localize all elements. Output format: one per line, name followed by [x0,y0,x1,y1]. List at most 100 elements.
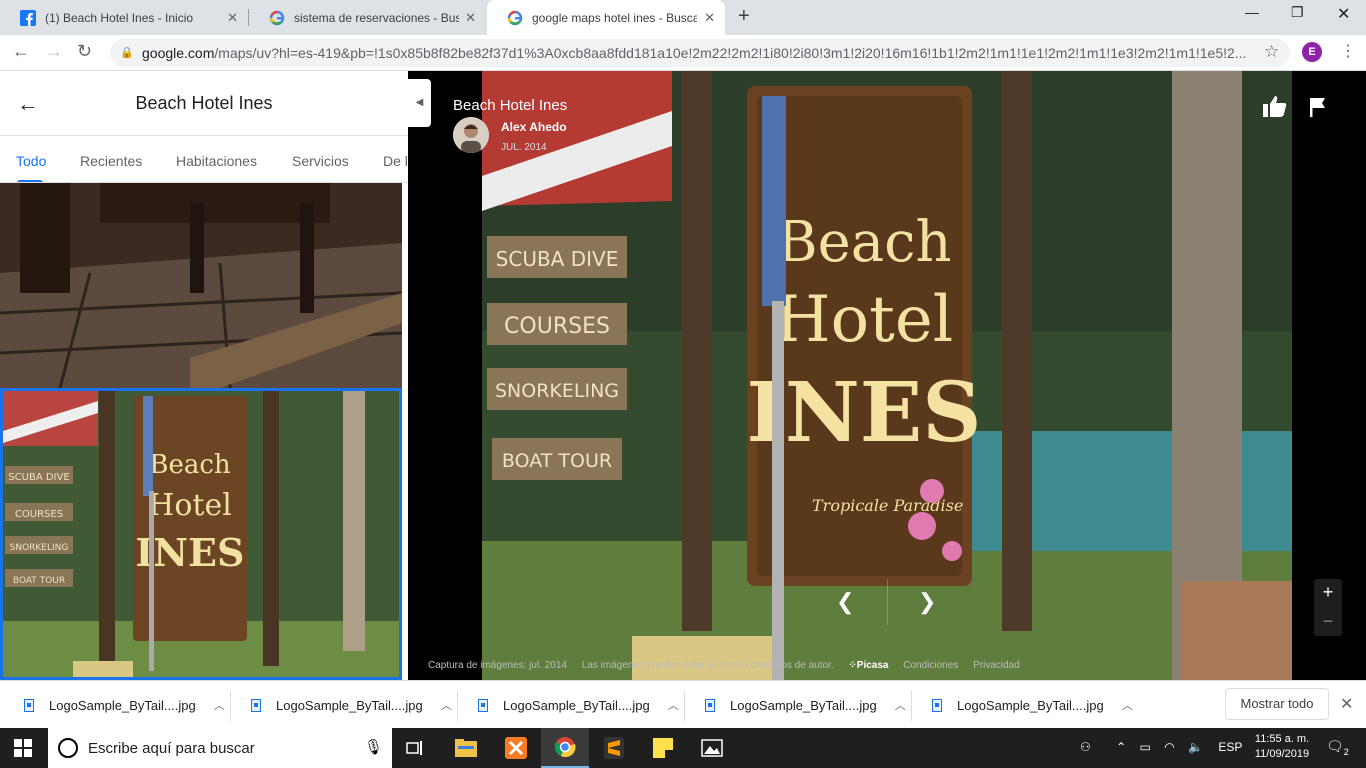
thumbs-up-icon[interactable] [1263,95,1287,117]
chevron-up-icon[interactable]: ︿ [441,697,452,713]
bookmark-star-icon[interactable]: ☆ [1264,42,1279,62]
people-icon[interactable]: ⚇ [1080,740,1091,754]
download-item[interactable]: LogoSample_ByTail....jpg ︿ [251,681,452,729]
tab-todo[interactable]: Todo [16,153,46,169]
board-label: SNORKELING [495,380,619,402]
input-language[interactable]: ESP [1218,740,1242,754]
picasa-label: Picasa [856,660,889,671]
board-label: SCUBA DIVE [496,247,619,271]
chevron-up-icon[interactable]: ⌃ [1116,740,1126,754]
microphone-icon[interactable]: 🎙 [364,738,383,756]
capture-date: Captura de imágenes: jul. 2014 [428,660,567,671]
back-icon[interactable]: ← [12,41,30,62]
browser-menu-icon[interactable]: ⋮ [1340,41,1356,61]
photo-category-tabs: Todo Recientes Habitaciones Servicios De… [0,135,408,183]
tab-more[interactable]: De l [383,153,408,169]
browser-tab-facebook[interactable]: (1) Beach Hotel Ines - Inicio ✕ [0,0,248,35]
chevron-up-icon[interactable]: ︿ [214,697,225,713]
privacy-link[interactable]: Privacidad [973,660,1020,671]
image-file-icon [478,698,488,712]
chevron-up-icon[interactable]: ︿ [1122,697,1133,713]
windows-start-icon[interactable] [14,739,32,757]
wifi-icon[interactable]: ◠ [1164,740,1174,754]
collapse-panel-button[interactable]: ◀ [408,79,431,127]
notifications-icon[interactable]: 🗨2 [1326,738,1349,757]
windows-taskbar: Escribe aquí para buscar 🎙 ⚇ ⌃ ▭ ◠ 🔈 ESP… [0,728,1366,768]
sign-line-2: Hotel [775,283,953,357]
tab-habitaciones[interactable]: Habitaciones [176,153,257,169]
reload-icon[interactable]: ↻ [77,41,92,62]
browser-tab-strip: (1) Beach Hotel Ines - Inicio ✕ sistema … [0,0,1366,35]
taskbar-search[interactable]: Escribe aquí para buscar 🎙 [48,728,392,768]
zoom-in-button[interactable]: + [1314,582,1342,603]
selected-photo-thumbnail[interactable]: Beach Hotel INES SCUBA DIVE COURSES SNOR… [0,388,402,680]
system-tray: ⚇ ⌃ ▭ ◠ 🔈 ESP [1080,740,1242,754]
sign-line-1: Beach [776,210,951,275]
restore-icon[interactable]: ❐ [1291,4,1304,21]
clock[interactable]: 11:55 a. m. 11/09/2019 [1252,732,1312,762]
xampp-icon[interactable] [492,728,540,768]
board-label: BOAT TOUR [502,450,612,472]
tab-servicios[interactable]: Servicios [292,153,349,169]
image-file-icon [705,698,715,712]
download-filename: LogoSample_ByTail....jpg [957,697,1104,713]
next-photo-icon[interactable]: ❯ [918,589,936,615]
restaurant-photo-graphic [0,183,402,388]
sticky-notes-icon[interactable] [639,728,687,768]
zoom-out-button[interactable]: − [1314,611,1342,632]
image-file-icon [251,698,261,712]
browser-tab-search[interactable]: sistema de reservaciones - Buscar ✕ [249,0,486,35]
picasa-link[interactable]: ⁘Picasa [848,660,888,671]
chevron-up-icon[interactable]: ︿ [668,697,679,713]
board-label: COURSES [15,509,63,520]
author-avatar[interactable] [453,117,489,153]
board-label: BOAT TOUR [13,576,65,586]
volume-icon[interactable]: 🔈 [1188,740,1203,754]
photos-app-icon[interactable] [688,728,736,768]
viewer-footer: Captura de imágenes: jul. 2014 Las imáge… [428,660,1032,671]
download-filename: LogoSample_ByTail....jpg [276,697,423,713]
download-item[interactable]: LogoSample_ByTail....jpg ︿ [478,681,679,729]
sublime-text-icon[interactable] [590,728,638,768]
google-icon [269,10,285,25]
close-tab-icon[interactable]: ✕ [704,10,715,26]
show-all-downloads-button[interactable]: Mostrar todo [1225,688,1329,720]
close-tab-icon[interactable]: ✕ [465,10,476,26]
file-explorer-icon[interactable] [442,728,490,768]
download-divider [230,691,231,721]
terms-link[interactable]: Condiciones [903,660,958,671]
photo-thumbnail[interactable] [0,183,402,388]
clock-date: 11/09/2019 [1254,748,1310,760]
close-tab-icon[interactable]: ✕ [227,10,238,26]
new-tab-button[interactable]: + [738,5,750,28]
author-name[interactable]: Alex Ahedo [501,120,567,134]
browser-tab-maps[interactable]: google maps hotel ines - Buscar ✕ [487,0,725,35]
notification-count: 2 [1343,746,1349,757]
profile-avatar[interactable]: E [1302,42,1322,62]
lock-icon[interactable]: 🔒 [120,46,134,59]
download-item[interactable]: LogoSample_ByTail....jpg ︿ [705,681,906,729]
flag-icon[interactable] [1309,97,1327,117]
board-label: COURSES [504,314,610,339]
download-item[interactable]: LogoSample_ByTail....jpg ︿ [932,681,1133,729]
board-label: SCUBA DIVE [8,472,69,483]
task-view-icon[interactable] [392,728,440,768]
download-item[interactable]: LogoSample_ByTail....jpg ︿ [24,681,225,729]
address-bar[interactable]: google.com/maps/uv?hl=es-419&pb=!1s0x85b… [110,39,1290,67]
image-file-icon [24,698,34,712]
place-title: Beach Hotel Ines [135,93,273,113]
close-downloads-icon[interactable]: ✕ [1340,694,1353,714]
minimize-icon[interactable]: — [1245,4,1259,20]
window-close-icon[interactable]: ✕ [1337,4,1350,24]
battery-icon[interactable]: ▭ [1140,740,1151,754]
chevron-up-icon[interactable]: ︿ [895,697,906,713]
url-path: /maps/uv?hl=es-419&pb=!1s0x85b8f82be82f3… [214,45,1247,61]
chrome-icon[interactable] [541,728,589,768]
forward-icon[interactable]: → [45,41,63,62]
sign-line-1: Beach [149,450,231,480]
tab-title: google maps hotel ines - Buscar [532,10,697,25]
download-filename: LogoSample_ByTail....jpg [49,697,196,713]
tab-recientes[interactable]: Recientes [80,153,142,169]
previous-photo-icon[interactable]: ❮ [836,589,854,615]
nav-divider [887,579,888,625]
